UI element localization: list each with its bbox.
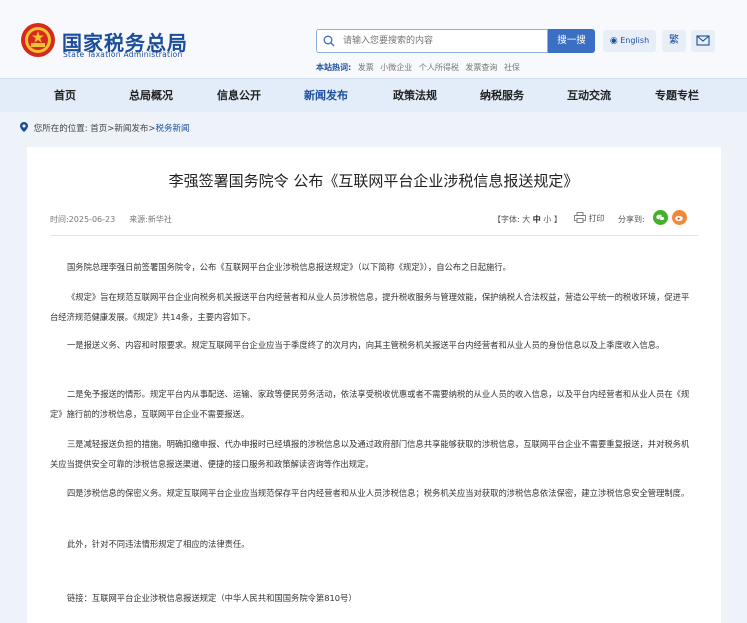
font-small-button[interactable]: 小 xyxy=(543,215,551,224)
article-paragraph: 四是涉税信息的保密义务。规定互联网平台企业应当规范保存平台内经营者和从业人员涉税… xyxy=(67,488,690,498)
search-icon xyxy=(323,35,335,47)
main-nav: 首页 总局概况 信息公开 新闻发布 政策法规 纳税服务 互动交流 专题专栏 xyxy=(0,78,747,113)
printer-icon xyxy=(574,212,586,223)
english-label: English xyxy=(620,36,650,45)
hot-search-label: 本站热词: xyxy=(316,63,352,72)
search-button[interactable]: 搜一搜 xyxy=(548,29,595,53)
print-button[interactable]: 打印 xyxy=(574,212,605,224)
hot-search-words: 本站热词: 发票 小微企业 个人所得税 发票查询 社保 xyxy=(316,62,524,73)
site-logo-subtitle: State Taxation Administration xyxy=(63,50,183,59)
nav-overview[interactable]: 总局概况 xyxy=(116,79,186,113)
hot-word[interactable]: 个人所得税 xyxy=(419,63,459,72)
national-emblem-icon[interactable] xyxy=(20,22,56,58)
weibo-icon xyxy=(675,215,683,222)
related-link[interactable]: 链接：互联网平台企业涉税信息报送规定（中华人民共和国国务院令第810号） xyxy=(67,592,357,604)
nav-tax-services[interactable]: 纳税服务 xyxy=(467,79,537,113)
font-large-button[interactable]: 大 xyxy=(522,215,530,224)
breadcrumb-current[interactable]: 税务新闻 xyxy=(156,124,190,134)
search-input[interactable] xyxy=(343,33,543,49)
article-source: 来源:新华社 xyxy=(129,215,172,224)
search-box xyxy=(316,29,548,53)
breadcrumb-bar: 您所在的位置: 首页>新闻发布>税务新闻 xyxy=(0,112,747,144)
article-paragraph: 此外，针对不同违法情形规定了相应的法律责任。 xyxy=(67,539,250,549)
nav-interaction[interactable]: 互动交流 xyxy=(554,79,624,113)
meta-divider xyxy=(50,235,698,236)
hot-word[interactable]: 发票查询 xyxy=(465,63,497,72)
article-paragraph: 国务院总理李强日前签署国务院令，公布《互联网平台企业涉税信息报送规定》（以下简称… xyxy=(67,262,511,272)
breadcrumb-prefix: 您所在的位置: xyxy=(33,124,88,134)
traditional-chinese-button[interactable]: 繁 xyxy=(662,30,686,52)
font-size-label: 【字体: xyxy=(493,215,520,224)
article-time: 时间:2025-06-23 xyxy=(50,215,116,224)
nav-special-topics[interactable]: 专题专栏 xyxy=(642,79,712,113)
nav-home[interactable]: 首页 xyxy=(30,79,100,113)
nav-policies[interactable]: 政策法规 xyxy=(380,79,450,113)
font-size-end: 】 xyxy=(553,215,562,224)
hot-word[interactable]: 发票 xyxy=(358,63,374,72)
location-pin-icon xyxy=(20,122,28,132)
mail-button[interactable] xyxy=(691,30,715,52)
article-paragraph: 一是报送义务、内容和时限要求。规定互联网平台企业应当于季度终了的次月内，向其主管… xyxy=(67,340,665,350)
article-paragraph: 三是减轻报送负担的措施。明确扣缴申报、代办申报时已经填报的涉税信息以及通过政府部… xyxy=(50,439,690,469)
hot-word[interactable]: 社保 xyxy=(504,63,520,72)
article-paragraph: 《规定》旨在规范互联网平台企业向税务机关报送平台内经营者和从业人员涉税信息，提升… xyxy=(50,292,690,322)
article-meta: 时间:2025-06-23 来源:新华社 xyxy=(50,214,172,225)
mail-icon xyxy=(696,35,710,46)
article-title: 李强签署国务院令 公布《互联网平台企业涉税信息报送规定》 xyxy=(168,172,579,190)
nav-news-release[interactable]: 新闻发布 xyxy=(291,79,361,113)
wechat-icon xyxy=(656,214,665,221)
print-label: 打印 xyxy=(588,214,605,223)
breadcrumb: 您所在的位置: 首页>新闻发布>税务新闻 xyxy=(20,122,190,134)
breadcrumb-path[interactable]: 首页>新闻发布> xyxy=(90,124,155,134)
article-paragraph: 二是免予报送的情形。规定平台内从事配送、运输、家政等便民劳务活动，依法享受税收优… xyxy=(50,389,690,419)
english-language-button[interactable]: ◉ English xyxy=(603,30,656,52)
site-header: 国家税务总局 State Taxation Administration 搜一搜… xyxy=(0,0,747,78)
hot-word[interactable]: 小微企业 xyxy=(380,63,412,72)
wechat-share-icon[interactable] xyxy=(653,210,668,225)
font-medium-button[interactable]: 中 xyxy=(533,215,541,224)
nav-info-disclosure[interactable]: 信息公开 xyxy=(204,79,274,113)
globe-icon: ◉ xyxy=(609,36,618,46)
weibo-share-icon[interactable] xyxy=(672,210,687,225)
font-size-controls: 【字体: 大 中 小 】 xyxy=(493,214,562,225)
share-label: 分享到: xyxy=(618,215,645,224)
